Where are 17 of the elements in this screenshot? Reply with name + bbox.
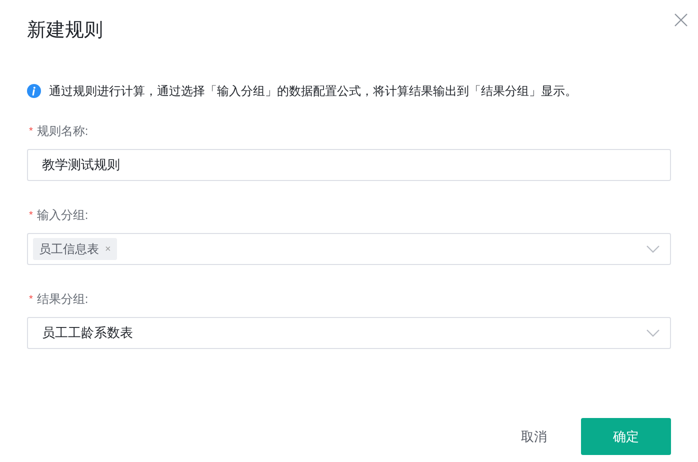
dialog-title: 新建规则 bbox=[27, 19, 104, 43]
required-mark: * bbox=[29, 208, 33, 222]
rule-name-field[interactable]: 教学测试规则 bbox=[27, 149, 671, 181]
chevron-down-icon bbox=[646, 329, 660, 337]
result-group-select[interactable]: 员工工龄系数表 bbox=[27, 317, 671, 349]
info-text: 通过规则进行计算，通过选择「输入分组」的数据配置公式，将计算结果输出到「结果分组」显示。 bbox=[49, 83, 577, 100]
info-icon bbox=[27, 84, 41, 98]
cancel-button[interactable]: 取消 bbox=[507, 418, 561, 455]
field-label: 结果分组: bbox=[36, 291, 88, 308]
field-label: 输入分组: bbox=[36, 207, 88, 224]
input-group-select[interactable]: 员工信息表 × bbox=[27, 233, 671, 265]
required-mark: * bbox=[29, 292, 33, 306]
field-label: 规则名称: bbox=[36, 123, 88, 140]
close-icon[interactable] bbox=[674, 13, 688, 27]
selected-tag[interactable]: 员工信息表 × bbox=[33, 238, 117, 260]
chevron-down-icon bbox=[646, 245, 660, 253]
required-mark: * bbox=[29, 124, 33, 138]
